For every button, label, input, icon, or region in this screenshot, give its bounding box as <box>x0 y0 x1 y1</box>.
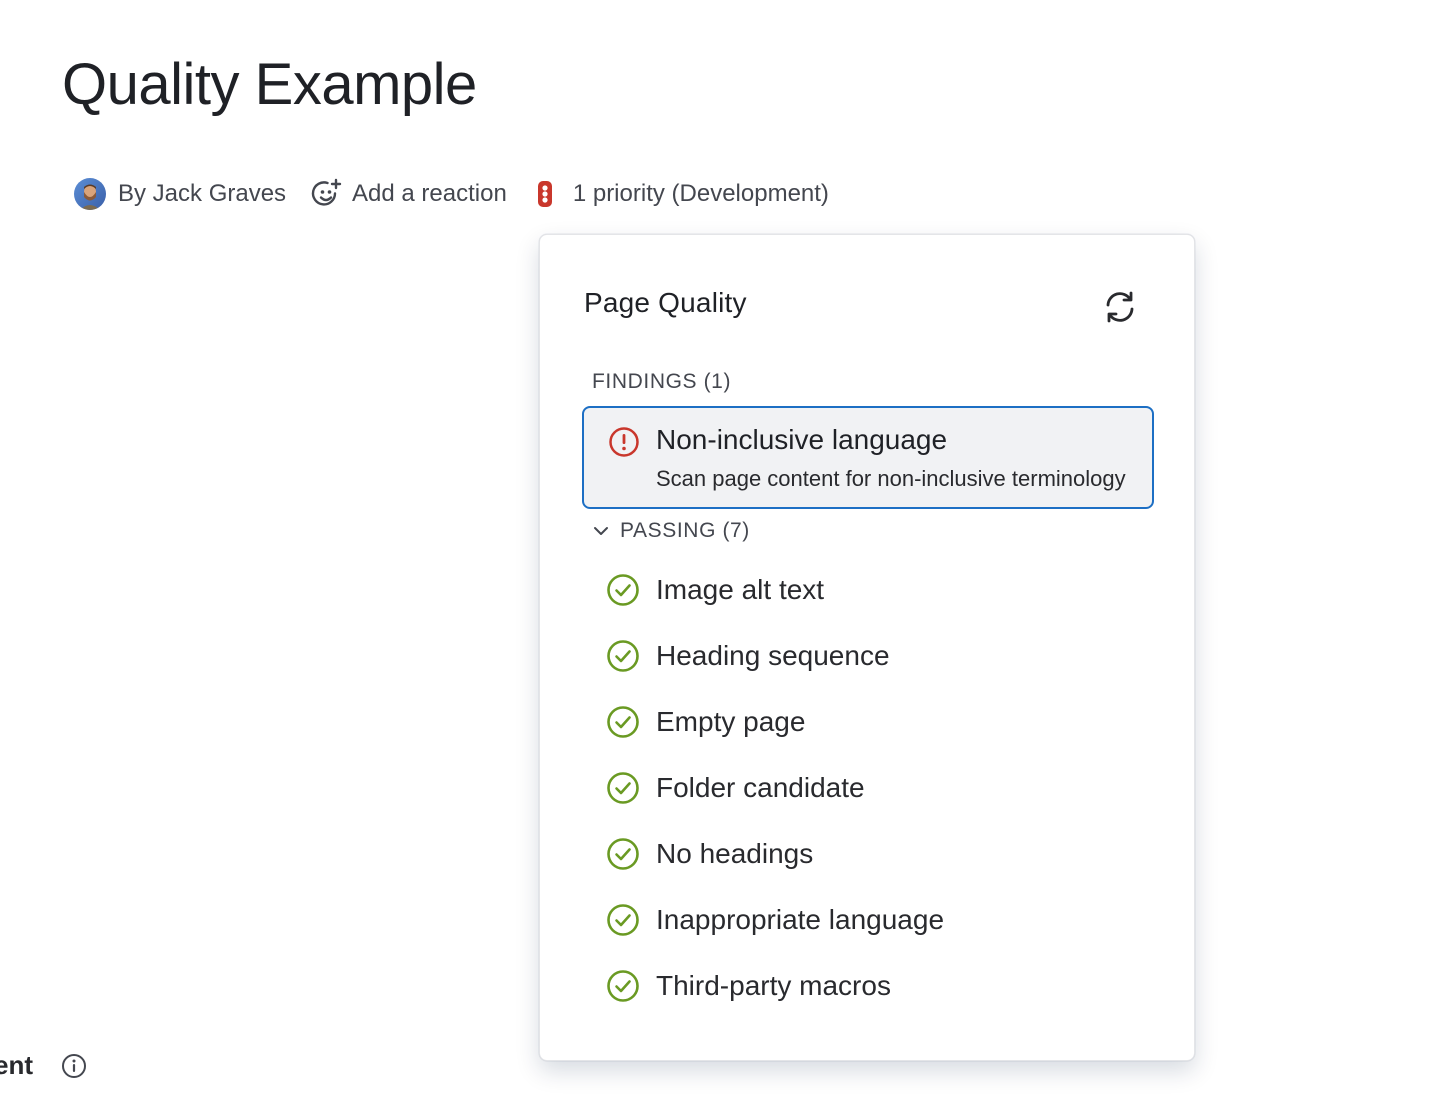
passing-item[interactable]: Heading sequence <box>606 623 944 689</box>
finding-title: Non-inclusive language <box>656 424 948 455</box>
priority-indicator[interactable]: 1 priority (Development) <box>535 180 829 208</box>
error-circle-icon <box>609 427 639 457</box>
section-heading-text: ent <box>0 1050 33 1080</box>
check-circle-icon <box>607 706 639 738</box>
findings-header: FINDINGS (1) <box>592 370 732 393</box>
traffic-light-icon <box>537 181 552 207</box>
passing-item[interactable]: Third-party macros <box>606 953 944 1019</box>
check-circle-icon <box>607 772 639 804</box>
avatar[interactable] <box>74 178 106 210</box>
section-heading-partial: ent <box>0 1050 87 1081</box>
refresh-button[interactable] <box>1100 287 1140 327</box>
author-link[interactable]: By Jack Graves <box>74 178 310 210</box>
passing-item[interactable]: Empty page <box>606 689 944 755</box>
page-title: Quality Example <box>62 52 477 117</box>
passing-item-label: Folder candidate <box>656 772 865 803</box>
passing-item[interactable]: No headings <box>606 821 944 887</box>
add-reaction-button[interactable]: Add a reaction <box>310 177 535 211</box>
passing-item-label: Empty page <box>656 706 806 737</box>
panel-title: Page Quality <box>584 287 747 318</box>
finding-description: Scan page content for non-inclusive term… <box>656 466 1126 491</box>
check-circle-icon <box>607 970 639 1002</box>
passing-item-label: No headings <box>656 838 814 869</box>
finding-item-non-inclusive-language[interactable]: Non-inclusive language Scan page content… <box>582 406 1154 509</box>
byline: By Jack Graves Add a reaction 1 priority… <box>74 176 829 212</box>
add-reaction-label: Add a reaction <box>352 180 507 207</box>
passing-item[interactable]: Folder candidate <box>606 755 944 821</box>
check-circle-icon <box>607 904 639 936</box>
passing-item-label: Third-party macros <box>656 970 891 1001</box>
priority-label: 1 priority (Development) <box>572 180 829 207</box>
chevron-down-icon <box>594 527 608 535</box>
passing-item-label: Image alt text <box>656 574 825 605</box>
info-icon[interactable] <box>61 1053 87 1079</box>
passing-list: Image alt text Heading sequence Empty pa… <box>606 557 944 1019</box>
passing-item[interactable]: Inappropriate language <box>606 887 944 953</box>
passing-toggle[interactable]: PASSING (7) <box>592 519 750 543</box>
page-quality-panel: Page Quality FINDINGS (1) Non-inclusive … <box>539 234 1195 1061</box>
passing-header-label: PASSING (7) <box>620 519 750 542</box>
passing-item[interactable]: Image alt text <box>606 557 944 623</box>
author-name[interactable]: By Jack Graves <box>118 180 286 208</box>
refresh-icon <box>1106 291 1134 323</box>
passing-item-label: Inappropriate language <box>656 904 945 935</box>
check-circle-icon <box>607 838 639 870</box>
check-circle-icon <box>607 574 639 606</box>
add-reaction-icon <box>311 178 342 206</box>
check-circle-icon <box>607 640 639 672</box>
passing-item-label: Heading sequence <box>656 640 890 671</box>
